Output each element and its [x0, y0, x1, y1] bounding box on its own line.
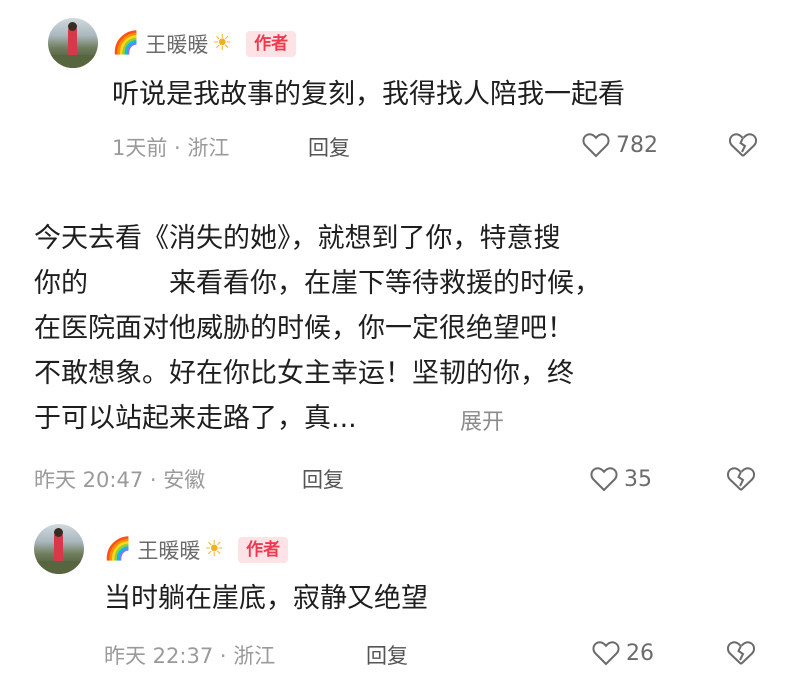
- reply-button[interactable]: 回复: [302, 466, 344, 494]
- reply-button[interactable]: 回复: [308, 134, 350, 162]
- avatar[interactable]: [34, 524, 84, 574]
- dislike-button[interactable]: [728, 132, 758, 158]
- comment-text[interactable]: 当时躺在崖底，寂静又绝望: [104, 578, 428, 620]
- heart-icon: [590, 467, 618, 492]
- author-row: 🌈 王暖暖 ☀ 作者: [104, 535, 289, 565]
- comment-text-line[interactable]: 你的 来看看你，在崖下等待救援的时候，: [34, 263, 601, 305]
- dislike-button[interactable]: [726, 466, 756, 492]
- broken-heart-icon: [726, 467, 756, 491]
- author-badge: 作者: [238, 537, 289, 563]
- time-location: 昨天 20:47 · 安徽: [34, 468, 206, 492]
- avatar[interactable]: [48, 18, 98, 68]
- like-button[interactable]: 35: [590, 466, 652, 492]
- like-count: 26: [626, 640, 654, 666]
- sun-emoji-icon: ☀: [212, 31, 233, 56]
- rainbow-emoji-icon: 🌈: [112, 31, 140, 56]
- heart-icon: [592, 641, 620, 666]
- time-location: 昨天 22:37 · 浙江: [104, 644, 276, 668]
- username[interactable]: 王暖暖: [137, 535, 200, 565]
- rainbow-emoji-icon: 🌈: [104, 537, 132, 562]
- heart-icon: [582, 133, 610, 158]
- like-count: 35: [624, 466, 652, 492]
- comment-text-line[interactable]: 今天去看《消失的她》，就想到了你，特意搜: [34, 218, 561, 260]
- like-button[interactable]: 26: [592, 640, 654, 666]
- time-location: 1天前 · 浙江: [112, 136, 230, 160]
- dislike-button[interactable]: [726, 640, 756, 666]
- author-row: 🌈 王暖暖 ☀ 作者: [112, 29, 297, 59]
- like-button[interactable]: 782: [582, 132, 658, 158]
- comment-text[interactable]: 听说是我故事的复刻，我得找人陪我一起看: [112, 74, 625, 116]
- comment-text-line[interactable]: 不敢想象。好在你比女主幸运！坚韧的你，终: [34, 353, 574, 395]
- sun-emoji-icon: ☀: [204, 537, 225, 562]
- expand-link[interactable]: 展开: [460, 404, 504, 436]
- username[interactable]: 王暖暖: [145, 29, 208, 59]
- comment-text-line[interactable]: 在医院面对他威胁的时候，你一定很绝望吧！: [34, 308, 574, 350]
- comment-text-line[interactable]: 于可以站起来走路了，真...: [34, 398, 357, 440]
- broken-heart-icon: [726, 641, 756, 665]
- author-badge: 作者: [246, 31, 297, 57]
- like-count: 782: [616, 132, 658, 158]
- reply-button[interactable]: 回复: [366, 642, 408, 670]
- broken-heart-icon: [728, 133, 758, 157]
